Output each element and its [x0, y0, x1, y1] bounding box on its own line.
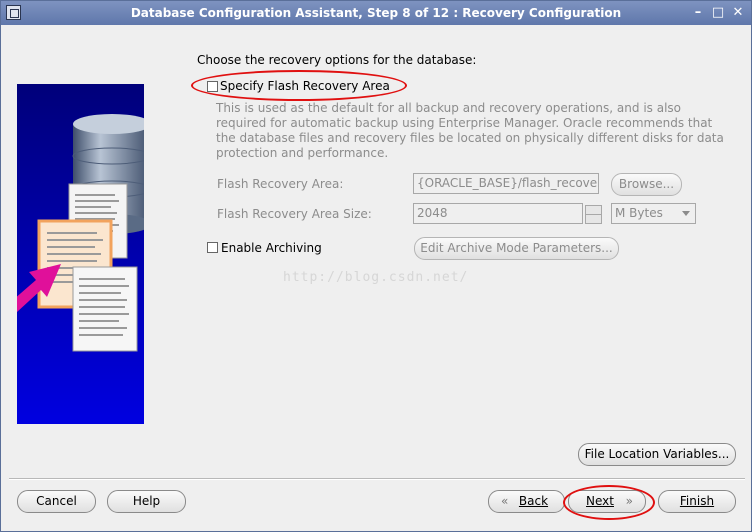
back-label: Back	[518, 494, 549, 508]
maximize-icon[interactable]: □	[709, 4, 727, 22]
flash-recovery-area-label: Flash Recovery Area:	[217, 177, 344, 191]
flash-recovery-size-input[interactable]: 2048	[413, 203, 583, 224]
enable-archiving-label[interactable]: Enable Archiving	[221, 241, 322, 255]
cancel-button[interactable]: Cancel	[17, 490, 96, 513]
size-unit-select[interactable]: M Bytes	[611, 203, 696, 224]
database-documents-icon	[17, 114, 144, 352]
minimize-icon[interactable]: –	[689, 4, 707, 22]
window-title: Database Configuration Assistant, Step 8…	[130, 6, 622, 20]
finish-button[interactable]: Finish	[658, 490, 736, 513]
size-spinner[interactable]	[585, 205, 602, 224]
watermark-text: http://blog.csdn.net/	[283, 270, 469, 285]
annotation-circle-next	[563, 485, 655, 520]
wizard-side-illustration	[17, 84, 144, 424]
flash-recovery-description: This is used as the default for all back…	[216, 101, 724, 160]
browse-button[interactable]: Browse...	[611, 173, 682, 196]
size-unit-value: M Bytes	[615, 206, 663, 220]
annotation-circle-flash-recovery	[191, 70, 407, 101]
enable-archiving-checkbox[interactable]	[207, 242, 218, 253]
edit-archive-params-button[interactable]: Edit Archive Mode Parameters...	[414, 237, 619, 260]
chevron-left-icon: «	[501, 494, 509, 508]
close-icon[interactable]: ✕	[729, 4, 747, 22]
recovery-options-heading: Choose the recovery options for the data…	[197, 53, 477, 67]
chevron-down-icon	[682, 211, 690, 216]
back-button[interactable]: « Back	[488, 490, 565, 513]
flash-recovery-size-label: Flash Recovery Area Size:	[217, 207, 372, 221]
finish-label: Finish	[679, 494, 715, 508]
file-location-variables-button[interactable]: File Location Variables...	[578, 443, 736, 466]
footer-separator	[9, 478, 745, 480]
dbca-window: Database Configuration Assistant, Step 8…	[0, 0, 752, 532]
help-button[interactable]: Help	[107, 490, 186, 513]
title-bar[interactable]: Database Configuration Assistant, Step 8…	[1, 1, 751, 25]
flash-recovery-area-input[interactable]: {ORACLE_BASE}/flash_recovery_	[413, 173, 599, 194]
